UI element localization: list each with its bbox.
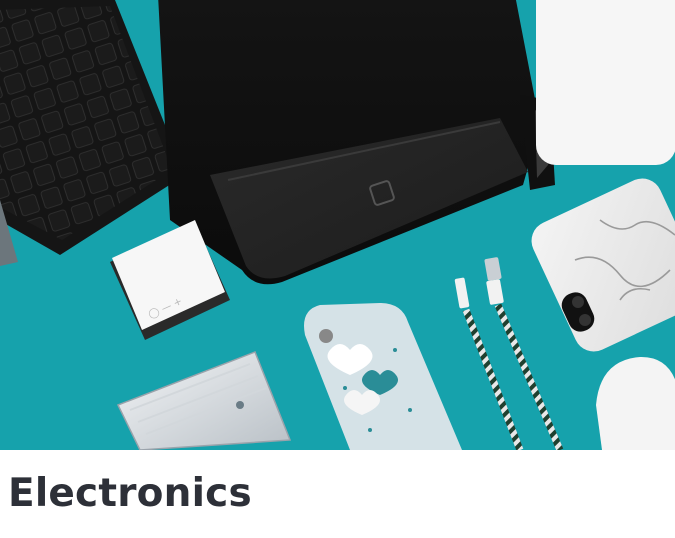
category-title[interactable]: Electronics	[8, 470, 252, 518]
category-image[interactable]: ◯ — +	[0, 0, 675, 450]
category-card[interactable]: ◯ — + Electronics	[0, 0, 675, 538]
white-phone-case-icon	[536, 0, 675, 165]
